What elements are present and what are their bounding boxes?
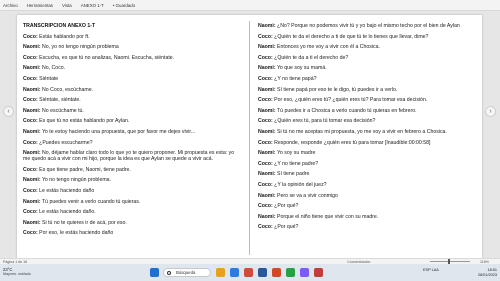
save-status: • Guardado	[112, 2, 136, 8]
dialogue-line: Naomi: Porque el niño tiene que vivir co…	[258, 213, 379, 220]
dialogue-line: Naomi: Tú puedes venir a verlo cuando tú…	[23, 198, 141, 205]
dialogue-line: Coco: Le estás haciendo daño	[23, 187, 95, 194]
dialogue-line: Naomi: Yo soy su madre	[258, 150, 316, 157]
right-column: Naomi: ¿No? Porque no podemos vivir tú y…	[258, 23, 470, 235]
menu-archivo[interactable]: Archivo	[3, 3, 18, 8]
dialogue-line: Naomi: No, Coco.	[23, 65, 66, 72]
document-page: TRANSCRIPCION ANEXO 1-T Coco: Estás habl…	[17, 15, 482, 258]
dialogue-line: Naomi: No, yo no tengo ningún problema	[23, 44, 119, 51]
menu-vista[interactable]: Vista	[62, 3, 72, 8]
dialogue-line: Coco: ¿Quién te da a ti el derecho de?	[258, 54, 349, 61]
taskbar-search[interactable]: Búsqueda	[163, 268, 211, 277]
column-divider	[249, 21, 250, 255]
dialogue-line: Naomi: Entonces yo me voy a vivir con él…	[258, 44, 380, 51]
chrome-icon[interactable]	[244, 268, 253, 277]
chevron-left-icon: ‹	[7, 108, 10, 115]
dialogue-line: Coco: Le estás haciendo daño.	[23, 209, 96, 216]
edge-icon[interactable]	[230, 268, 239, 277]
taskbar: 23°C Mayorm. nublado Búsqueda ESP LAA 18…	[0, 264, 500, 281]
dialogue-line: Coco: Por eso, ¿quién eres tú? ¿quién er…	[258, 97, 428, 104]
zoom-level[interactable]: 116%	[480, 260, 489, 264]
weather-widget[interactable]: 23°C Mayorm. nublado	[3, 267, 31, 276]
dialogue-line: Coco: Por eso, le estás haciendo daño	[23, 230, 114, 237]
dialogue-line: Naomi: Yo que soy su mamá.	[258, 65, 327, 72]
start-icon[interactable]	[150, 268, 159, 277]
previous-page-button[interactable]: ‹	[3, 106, 14, 117]
dialogue-line: Coco: Es que tiene padre, Naomi, tiene p…	[23, 166, 131, 173]
dialogue-line: Coco: ¿Quién te da el derecho a ti de qu…	[258, 33, 429, 40]
dialogue-line: Naomi: Yo te estoy haciendo una propuest…	[23, 128, 196, 135]
dialogue-line: Naomi: No Coco, escúchame.	[23, 86, 94, 93]
dialogue-line: Naomi: Sí tiene padre	[258, 171, 310, 178]
dialogue-line: Coco: Estás hablando por ft.	[23, 33, 90, 40]
dialogue-line: Coco: Responde, responde ¿quién eres tú …	[258, 139, 431, 146]
document-title[interactable]: ANEXO 1-T	[81, 3, 104, 8]
dialogue-line: Naomi: Si tú no te quieres ir de acá, po…	[23, 219, 127, 226]
dialogue-line: Coco: ¿Quién eres tú, para tú tomar esa …	[258, 118, 376, 125]
word-icon[interactable]	[258, 268, 267, 277]
dialogue-line: Naomi: ¿No? Porque no podemos vivir tú y…	[258, 23, 460, 29]
chevron-right-icon: ›	[489, 108, 492, 115]
language-indicator[interactable]: ESP LAA	[423, 268, 439, 273]
search-icon	[167, 270, 171, 275]
page-indicator: Página 1 de 16	[3, 259, 28, 264]
whatsapp-icon[interactable]	[286, 268, 295, 277]
app-icon[interactable]	[314, 268, 323, 277]
left-column: TRANSCRIPCION ANEXO 1-T Coco: Estás habl…	[23, 23, 235, 241]
dialogue-line: Coco: Siéntate	[23, 75, 59, 82]
dialogue-line: Naomi: Sí tiene papá por eso te le digo,…	[258, 86, 398, 93]
zoom-slider[interactable]	[430, 261, 470, 262]
app-window: Archivo Herramientas Vista ANEXO 1-T • G…	[0, 0, 500, 281]
dialogue-line: Naomi: Si tú no me aceptas mi propuesta,…	[258, 128, 447, 135]
file-explorer-icon[interactable]	[216, 268, 225, 277]
menu-bar: Archivo Herramientas Vista ANEXO 1-T • G…	[0, 0, 500, 11]
menu-herramientas[interactable]: Herramientas	[27, 3, 53, 8]
dialogue-line: Naomi: No escúchame tú.	[23, 107, 84, 114]
dialogue-line: Coco: ¿Y no tiene papá?	[258, 75, 317, 82]
dialogue-line: Naomi: Tú puedes ir a Chosica a verlo cu…	[258, 107, 417, 114]
dialogue-line: Naomi: No, déjame hablar claro todo lo q…	[23, 150, 235, 163]
clock[interactable]: 18:51 26/01/2023	[470, 268, 497, 277]
focus-mode-button[interactable]: Concentración	[347, 260, 370, 264]
dialogue-line: Coco: ¿Puedes escucharme?	[23, 139, 93, 146]
dialogue-line: Coco: Escucha, es que tú no analizas, Na…	[23, 54, 175, 61]
dialogue-line: Naomi: Yo no tengo ningún problema.	[23, 177, 111, 184]
dialogue-line: Coco: ¿Y no tiene padre?	[258, 160, 319, 167]
dialogue-line: Coco: ¿Y la opinión del juez?	[258, 181, 327, 188]
dialogue-line: Coco: Es que tú no estás hablando por Ay…	[23, 118, 130, 125]
teams-icon[interactable]	[300, 268, 309, 277]
transcript-title: TRANSCRIPCION ANEXO 1-T	[23, 23, 96, 29]
office-icon[interactable]	[272, 268, 281, 277]
dialogue-line: Coco: ¿Por qué?	[258, 224, 299, 231]
next-page-button[interactable]: ›	[485, 106, 496, 117]
dialogue-line: Coco: Siéntate, siéntate.	[23, 97, 81, 104]
document-viewer[interactable]: ‹ › TRANSCRIPCION ANEXO 1-T Coco: Estás …	[0, 11, 500, 258]
weather-status: Mayorm. nublado	[3, 272, 31, 276]
dialogue-line: Naomi: Pero se va a vivir conmigo	[258, 192, 338, 199]
dialogue-line: Coco: ¿Por qué?	[258, 203, 299, 210]
